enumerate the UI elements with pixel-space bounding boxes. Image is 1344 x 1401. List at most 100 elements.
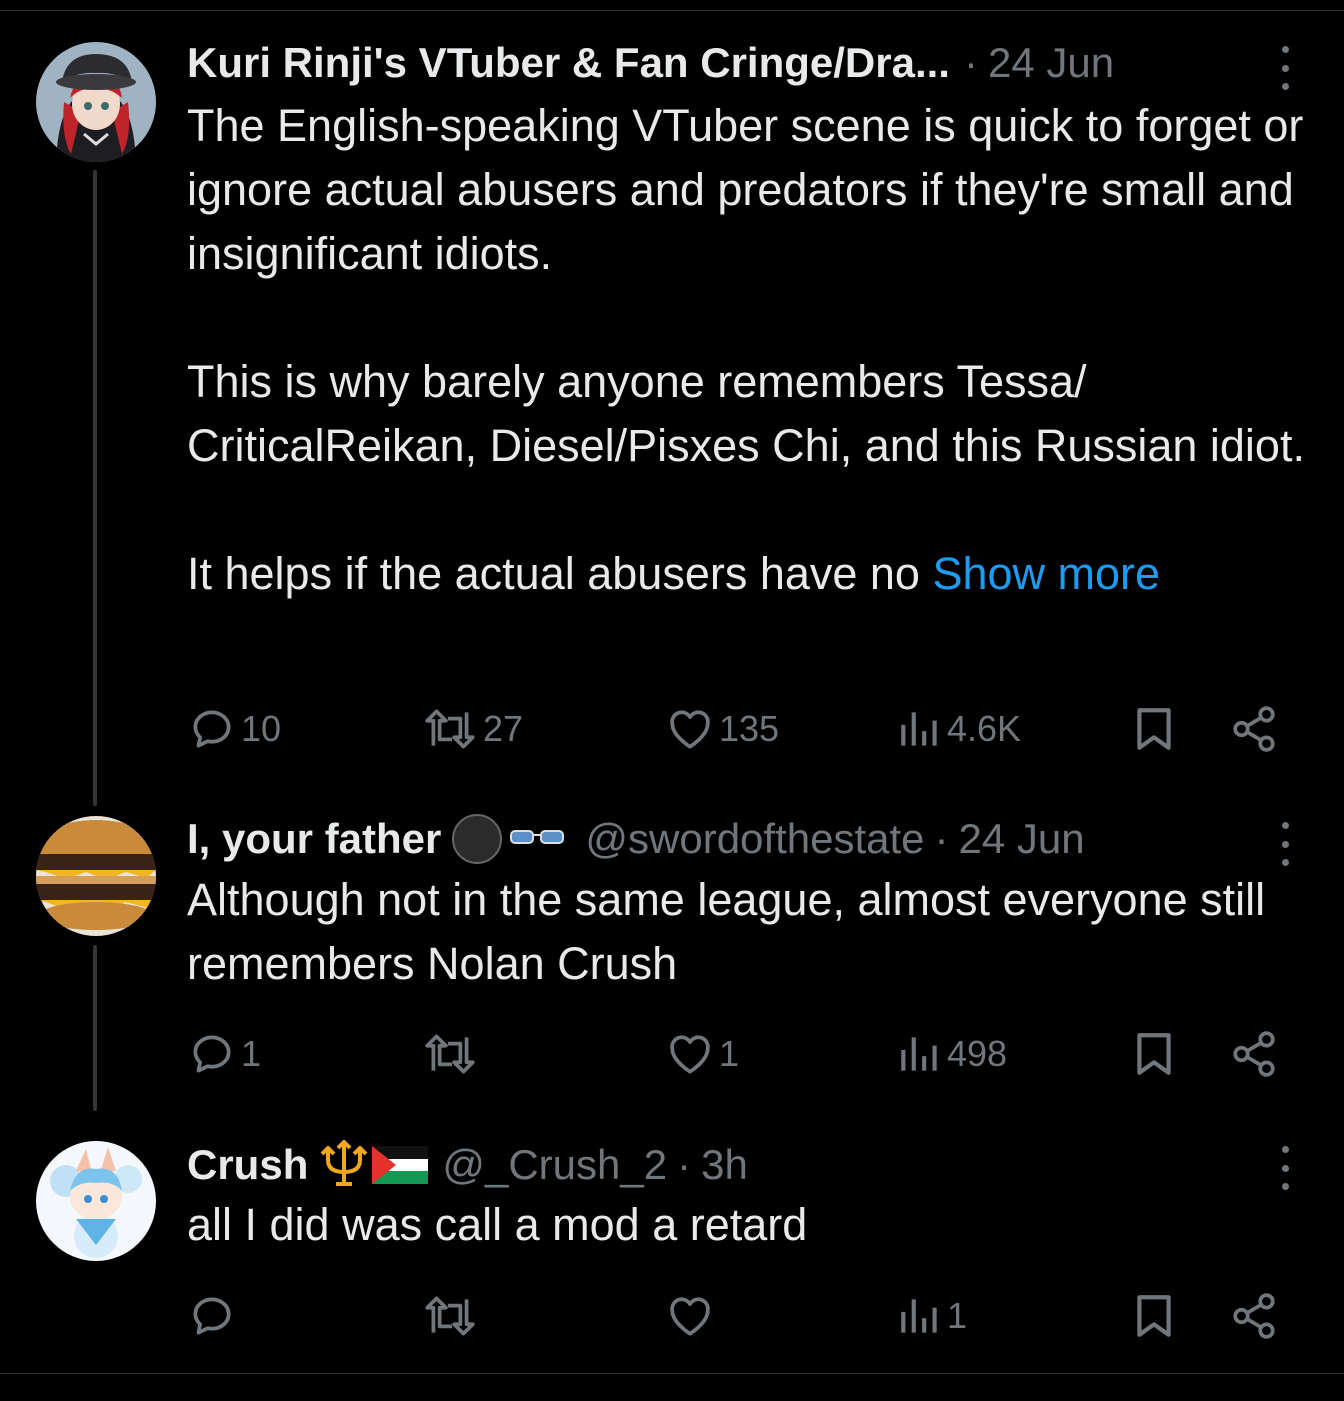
more-dot-icon xyxy=(1281,83,1289,90)
avatar-burger-icon xyxy=(36,816,156,936)
more-dot-icon xyxy=(1281,1164,1289,1172)
share-button[interactable] xyxy=(1229,1024,1279,1084)
user-handle[interactable]: @swordofthestate xyxy=(585,809,924,869)
bookmark-icon xyxy=(1137,1033,1171,1075)
tweet-paragraph-text: It helps if the actual abusers have no xyxy=(187,548,933,599)
reply-button[interactable]: 1 xyxy=(187,1024,261,1084)
black-circle-icon xyxy=(452,814,503,864)
share-icon xyxy=(1233,706,1275,752)
like-button[interactable] xyxy=(665,1286,719,1346)
thread-connector xyxy=(93,170,97,806)
paragraph-spacer xyxy=(187,286,1307,350)
like-button[interactable]: 1 xyxy=(665,1024,739,1084)
tweet-paragraph: This is why barely anyone remembers Tess… xyxy=(187,356,1305,471)
timestamp[interactable]: 24 Jun xyxy=(959,809,1085,869)
display-name[interactable]: Crush xyxy=(187,1135,308,1195)
repost-button[interactable]: 27 xyxy=(421,699,523,759)
views-chart-icon xyxy=(901,1299,937,1333)
more-dot-icon xyxy=(1281,1146,1289,1153)
tweet-actions: 1 xyxy=(187,1286,1287,1346)
tweet-actions: 1 1 498 xyxy=(187,1024,1287,1084)
views-button[interactable]: 498 xyxy=(897,1024,1007,1084)
share-button[interactable] xyxy=(1229,699,1279,759)
avatar[interactable] xyxy=(36,816,156,936)
share-icon xyxy=(1233,1293,1275,1339)
reply-button[interactable]: 10 xyxy=(187,699,281,759)
views-button[interactable]: 1 xyxy=(897,1286,967,1346)
tweet-paragraph-last: It helps if the actual abusers have no S… xyxy=(187,542,1307,606)
display-name[interactable]: I, your father xyxy=(187,809,441,869)
more-dot-icon xyxy=(1281,64,1289,72)
timestamp[interactable]: 24 Jun xyxy=(988,33,1114,93)
tweet-paragraph: The English-speaking VTuber scene is qui… xyxy=(187,100,1304,279)
avatar-chibi-character-icon xyxy=(36,1141,156,1261)
more-dot-icon xyxy=(1281,859,1289,866)
view-count: 498 xyxy=(947,1033,1008,1074)
tweet-header: I, your father @swordofthestate · 24 Jun xyxy=(187,809,1085,869)
avatar[interactable] xyxy=(36,42,156,162)
timestamp[interactable]: 3h xyxy=(701,1135,748,1195)
more-dot-icon xyxy=(1281,822,1289,829)
tweet-actions: 10 27 135 4.6K xyxy=(187,699,1287,759)
more-options-button[interactable] xyxy=(1270,1146,1300,1190)
repost-count: 27 xyxy=(483,708,524,749)
palestine-flag-icon xyxy=(372,1146,429,1184)
show-more-link[interactable]: Show more xyxy=(932,548,1160,599)
heart-icon xyxy=(670,1297,710,1336)
reply-icon xyxy=(193,710,231,748)
name-badges xyxy=(318,1140,429,1190)
name-badges xyxy=(451,813,567,865)
view-count: 1 xyxy=(947,1295,968,1336)
bookmark-icon xyxy=(1137,708,1171,750)
reply-button[interactable] xyxy=(187,1286,241,1346)
share-icon xyxy=(1233,1031,1275,1077)
reply-count: 10 xyxy=(241,708,282,749)
tweet-paragraph: Although not in the same league, almost … xyxy=(187,874,1266,989)
bookmark-button[interactable] xyxy=(1131,1024,1177,1084)
repost-button[interactable] xyxy=(421,1024,483,1084)
bookmark-icon xyxy=(1137,1295,1171,1337)
separator-dot: · xyxy=(934,815,949,862)
tweet-text: Although not in the same league, almost … xyxy=(187,868,1307,996)
repost-icon xyxy=(425,1034,475,1074)
share-button[interactable] xyxy=(1229,1286,1279,1346)
top-divider xyxy=(0,10,1344,11)
tweet-text: The English-speaking VTuber scene is qui… xyxy=(187,94,1307,606)
repost-button[interactable] xyxy=(421,1286,483,1346)
tweet-paragraph: all I did was call a mod a retard xyxy=(187,1199,808,1250)
bookmark-button[interactable] xyxy=(1131,1286,1177,1346)
views-button[interactable]: 4.6K xyxy=(897,699,1021,759)
avatar-anime-character-icon xyxy=(36,42,156,162)
user-handle[interactable]: @_Crush_2 xyxy=(442,1135,667,1195)
thread-connector xyxy=(93,945,97,1111)
display-name[interactable]: Kuri Rinji's VTuber & Fan Cringe/Dra... xyxy=(187,33,950,93)
heart-icon xyxy=(670,710,710,749)
paragraph-spacer xyxy=(187,478,1307,542)
separator-dot: · xyxy=(963,39,978,86)
tweet-text: all I did was call a mod a retard xyxy=(187,1193,1307,1257)
heart-icon xyxy=(670,1035,710,1074)
reply-icon xyxy=(193,1035,231,1073)
more-dot-icon xyxy=(1281,46,1289,53)
like-count: 135 xyxy=(719,708,780,749)
view-count: 4.6K xyxy=(947,708,1022,749)
more-dot-icon xyxy=(1281,840,1289,848)
repost-icon xyxy=(425,1296,475,1336)
sunglasses-icon xyxy=(510,830,565,844)
like-count: 1 xyxy=(719,1033,740,1074)
more-options-button[interactable] xyxy=(1270,46,1300,90)
separator-dot: · xyxy=(677,1141,692,1188)
repost-icon xyxy=(425,709,475,749)
bookmark-button[interactable] xyxy=(1131,699,1177,759)
avatar[interactable] xyxy=(36,1141,156,1261)
trident-icon xyxy=(320,1140,368,1186)
more-options-button[interactable] xyxy=(1270,822,1300,866)
tweet-header: Kuri Rinji's VTuber & Fan Cringe/Dra... … xyxy=(187,33,1114,93)
views-chart-icon xyxy=(901,1037,937,1071)
more-dot-icon xyxy=(1281,1183,1289,1190)
like-button[interactable]: 135 xyxy=(665,699,779,759)
reply-count: 1 xyxy=(241,1033,262,1074)
bottom-divider xyxy=(0,1373,1344,1374)
tweet-header: Crush @_Crush_2 · 3h xyxy=(187,1135,748,1195)
views-chart-icon xyxy=(901,712,937,746)
